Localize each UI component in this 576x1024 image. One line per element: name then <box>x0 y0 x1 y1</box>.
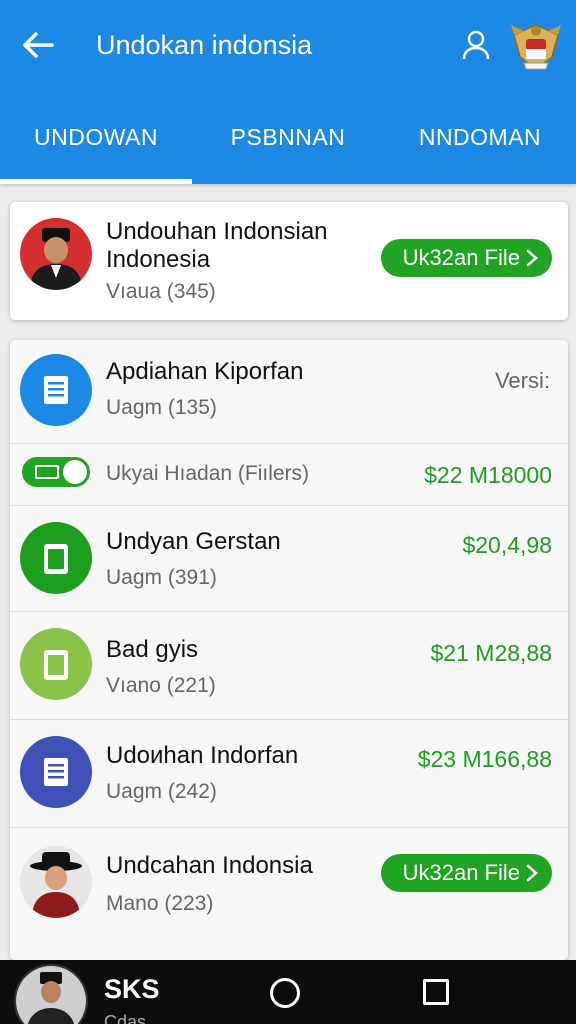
download-file-button[interactable]: Uk32an File <box>380 239 552 277</box>
person-portrait-icon <box>20 218 92 290</box>
item-subtitle: Mano (223) <box>106 892 214 915</box>
avatar <box>20 846 92 918</box>
item-price: $20,4,98 <box>462 532 552 558</box>
version-label: Versi: <box>494 368 550 393</box>
recent-apps-icon[interactable] <box>423 979 449 1005</box>
item-subtitle: Uagm (135) <box>106 396 217 419</box>
document-icon <box>44 376 68 404</box>
tablet-icon <box>44 544 68 574</box>
featured-card[interactable]: Undouhan Indonsian Indonesia Vıaua (345)… <box>10 202 568 320</box>
avatar[interactable] <box>14 964 88 1024</box>
document-icon-badge <box>20 736 92 808</box>
list-item[interactable]: Apdiahan Kiporfan Uagm (135) Versi: <box>10 340 568 444</box>
featured-title-line2: Indonesia <box>106 246 211 273</box>
item-title: Apdiahan Kiporfan <box>106 358 304 385</box>
arrow-left-icon <box>23 32 54 58</box>
home-circle-icon[interactable] <box>270 978 300 1008</box>
download-list: Apdiahan Kiporfan Uagm (135) Versi: Ukya… <box>10 340 568 960</box>
person-portrait-icon <box>20 846 92 918</box>
toggle-knob <box>63 460 87 484</box>
list-item[interactable]: Ukyai Hıadan (Fiılers) $22 M18000 <box>10 444 568 506</box>
system-nav-bar: SKS Cdas <box>0 960 576 1024</box>
item-title: Bad gyis <box>106 636 199 663</box>
list-item[interactable]: Undyan Gerstan Uagm (391) $20,4,98 <box>10 506 568 612</box>
avatar <box>20 218 92 290</box>
list-item[interactable]: Udoиhan Indorfan Uagm (242) $23 M166,88 <box>10 720 568 828</box>
tablet-icon-badge <box>20 522 92 594</box>
user-icon <box>462 30 490 60</box>
document-icon-badge <box>20 354 92 426</box>
item-subtitle: Uagm (391) <box>106 566 217 589</box>
document-icon <box>44 758 68 786</box>
featured-title-line1: Undouhan Indonsian <box>106 218 328 245</box>
featured-subtitle: Vıaua (345) <box>106 280 216 303</box>
item-price: $23 M166,88 <box>417 746 552 772</box>
chevron-right-icon <box>526 864 538 882</box>
tab-bar: UNDOWAN PSBNNAN NNDOMAN <box>0 90 576 184</box>
app-bar: Undokan indonsia <box>0 0 576 90</box>
download-file-label: Uk32an File <box>402 860 520 885</box>
list-item[interactable]: Bad gyis Vıano (221) $21 M28,88 <box>10 612 568 720</box>
item-price: $22 M18000 <box>424 462 552 488</box>
download-file-button[interactable]: Uk32an File <box>380 854 552 892</box>
download-file-label: Uk32an File <box>402 245 520 270</box>
page-title: Undokan indonsia <box>96 29 313 60</box>
item-subtitle: Uagm (242) <box>106 780 217 803</box>
tab-psbnnan[interactable]: PSBNNAN <box>192 90 384 184</box>
tab-undowan[interactable]: UNDOWAN <box>0 90 192 184</box>
chevron-right-icon <box>526 249 538 267</box>
list-item[interactable]: Undcahan Indonsia Mano (223) Uk32an File <box>10 828 568 940</box>
nav-label: SKS <box>104 974 160 1004</box>
tab-nndoman[interactable]: NNDOMAN <box>384 90 576 184</box>
nav-sublabel: Cdas <box>104 1012 147 1024</box>
back-button[interactable] <box>0 0 76 90</box>
item-title: Udoиhan Indorfan <box>106 742 299 769</box>
person-portrait-icon <box>16 966 86 1024</box>
garuda-emblem-icon <box>511 24 561 70</box>
tablet-icon <box>44 650 68 680</box>
item-title: Ukyai Hıadan (Fiılers) <box>106 462 310 485</box>
tablet-icon-badge <box>20 628 92 700</box>
toggle-mark-icon <box>35 465 59 479</box>
item-title: Undyan Gerstan <box>106 528 281 555</box>
profile-button[interactable] <box>448 0 504 90</box>
item-subtitle: Vıano (221) <box>106 674 216 697</box>
item-price: $21 M28,88 <box>430 640 552 666</box>
garuda-emblem <box>504 0 568 90</box>
filter-toggle[interactable] <box>22 457 90 487</box>
item-title: Undcahan Indonsia <box>106 852 313 879</box>
